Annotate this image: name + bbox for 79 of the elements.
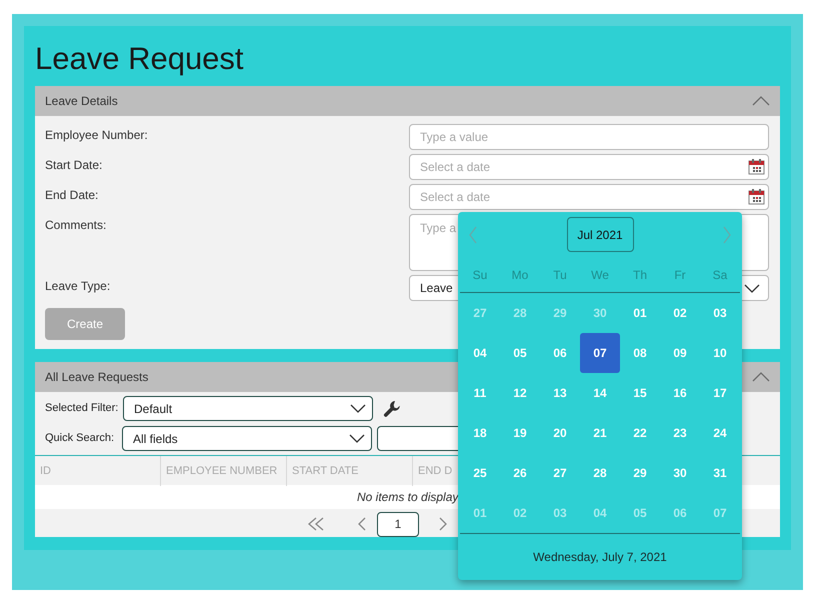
calendar-day[interactable]: 20 (540, 413, 580, 453)
calendar-day[interactable]: 21 (580, 413, 620, 453)
calendar-day[interactable]: 26 (500, 453, 540, 493)
calendar-day[interactable]: 16 (660, 373, 700, 413)
field-label: Employee Number: (45, 127, 149, 144)
calendar-day[interactable]: 22 (620, 413, 660, 453)
calendar-day[interactable]: 02 (500, 493, 540, 533)
weekday-label: We (590, 266, 610, 284)
weekday-label: Mo (510, 266, 530, 284)
weekday-label: Sa (712, 266, 728, 284)
previous-page-icon[interactable] (357, 517, 367, 531)
weekday-label: Fr (673, 266, 687, 284)
calendar-day[interactable]: 07 (580, 333, 620, 373)
calendar-day[interactable]: 27 (460, 293, 500, 333)
field-label: Comments: (45, 217, 108, 234)
calendar-day[interactable]: 11 (460, 373, 500, 413)
search-label: Quick Search: (45, 431, 116, 446)
next-page-icon[interactable] (438, 517, 448, 531)
first-page-icon[interactable] (307, 517, 325, 531)
calendar-day[interactable]: 17 (700, 373, 740, 413)
weekday-label: Su (472, 266, 488, 284)
page-title: Leave Request (35, 40, 245, 78)
calendar-day[interactable]: 28 (580, 453, 620, 493)
calendar-day[interactable]: 27 (540, 453, 580, 493)
calendar-day[interactable]: 04 (460, 333, 500, 373)
month-button[interactable]: Jul 2021 (566, 217, 634, 252)
section-title: Leave Details (45, 93, 118, 110)
weekday-label: Th (632, 266, 648, 284)
chevron-down-icon (349, 434, 365, 443)
field-label: Leave Type: (45, 278, 112, 295)
selected-date-text: Wednesday, July 7, 2021 (533, 549, 667, 566)
calendar-day[interactable]: 07 (700, 493, 740, 533)
date-field[interactable]: Select a date (409, 184, 769, 210)
calendar-day[interactable]: 05 (620, 493, 660, 533)
calendar-day[interactable]: 25 (460, 453, 500, 493)
calendar-day[interactable]: 01 (620, 293, 660, 333)
calendar-day[interactable]: 04 (580, 493, 620, 533)
empty-message: No items to display. (357, 489, 461, 506)
calendar-day[interactable]: 30 (580, 293, 620, 333)
calendar-day[interactable]: 12 (500, 373, 540, 413)
calendar-icon[interactable] (748, 158, 765, 175)
calendar-day[interactable]: 02 (660, 293, 700, 333)
calendar-day[interactable]: 08 (620, 333, 660, 373)
calendar-day[interactable]: 19 (500, 413, 540, 453)
calendar-day[interactable]: 14 (580, 373, 620, 413)
calendar-day[interactable]: 09 (660, 333, 700, 373)
calendar-day[interactable]: 18 (460, 413, 500, 453)
calendar-day[interactable]: 24 (700, 413, 740, 453)
calendar-day[interactable]: 15 (620, 373, 660, 413)
calendar-day[interactable]: 03 (700, 293, 740, 333)
filter-dropdown[interactable]: Default (123, 396, 373, 421)
text-field[interactable]: Type a value (409, 124, 769, 150)
calendar-day[interactable]: 30 (660, 453, 700, 493)
calendar-day[interactable]: 28 (500, 293, 540, 333)
chevron-down-icon (350, 404, 366, 413)
calendar-icon[interactable] (748, 188, 765, 205)
search-field-dropdown[interactable]: All fields (122, 426, 372, 451)
field-label: Start Date: (45, 157, 104, 174)
calendar-day[interactable]: 31 (700, 453, 740, 493)
calendar-day[interactable]: 10 (700, 333, 740, 373)
page-number[interactable]: 1 (377, 512, 419, 536)
field-label: End Date: (45, 187, 100, 204)
calendar-day[interactable]: 05 (500, 333, 540, 373)
chevron-down-icon (744, 284, 760, 292)
section-title: All Leave Requests (45, 369, 148, 386)
collapse-icon[interactable] (752, 372, 770, 382)
wrench-icon[interactable] (383, 400, 401, 418)
date-field[interactable]: Select a date (409, 154, 769, 180)
filter-label: Selected Filter: (45, 401, 120, 416)
collapse-icon[interactable] (752, 96, 770, 106)
weekday-label: Tu (552, 266, 568, 284)
calendar-day[interactable]: 23 (660, 413, 700, 453)
calendar-day[interactable]: 06 (660, 493, 700, 533)
calendar-day[interactable]: 01 (460, 493, 500, 533)
calendar-day[interactable]: 03 (540, 493, 580, 533)
calendar-day[interactable]: 29 (540, 293, 580, 333)
calendar-day[interactable]: 29 (620, 453, 660, 493)
calendar-day[interactable]: 13 (540, 373, 580, 413)
calendar-day[interactable]: 06 (540, 333, 580, 373)
